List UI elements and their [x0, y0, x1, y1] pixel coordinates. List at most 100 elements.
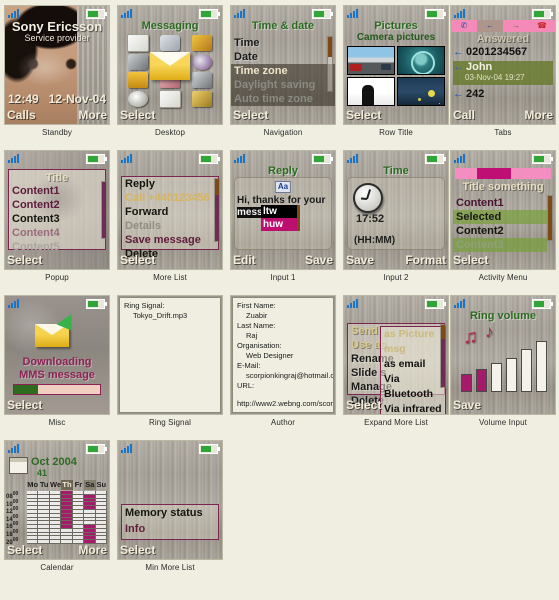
list-item-time[interactable]: Time	[231, 36, 335, 50]
activity-item-4[interactable]: Content3	[453, 238, 547, 252]
call-log-tabs: ✆ ← → ☎	[451, 20, 555, 32]
incoming-call-icon: ←	[453, 88, 464, 100]
popup-dialog: Title Content1 Content2 Content3 Content…	[8, 169, 106, 253]
activity-tab-bar[interactable]	[455, 168, 551, 179]
clock-icon	[353, 183, 383, 213]
left-softkey[interactable]: Select	[453, 254, 488, 267]
list-item-date[interactable]: Date	[231, 50, 335, 64]
desktop-icon-archive[interactable]	[186, 71, 218, 90]
list-item-daylight-saving[interactable]: Daylight saving	[231, 78, 335, 92]
battery-icon	[86, 299, 107, 309]
left-softkey[interactable]: Select	[233, 109, 268, 122]
left-softkey[interactable]: Call	[453, 109, 475, 122]
input-mode-badge[interactable]: Aa	[274, 181, 292, 193]
desktop-icon-calendar[interactable]	[154, 89, 186, 109]
left-softkey[interactable]: Select	[346, 109, 381, 122]
status-bar	[344, 151, 448, 165]
right-softkey[interactable]: Save	[305, 254, 333, 267]
list-item-auto-time-zone[interactable]: Auto time zone	[231, 92, 335, 106]
left-softkey[interactable]: Calls	[7, 109, 36, 122]
menu-item-call[interactable]: Call +440123456	[122, 191, 218, 205]
popup-item-2[interactable]: Content2	[9, 198, 105, 212]
soft-keys: Save	[451, 397, 555, 414]
time-label-14: 1400	[6, 513, 19, 523]
tab-answered-calls[interactable]: ←	[477, 20, 503, 32]
activity-item-2[interactable]: Selected	[453, 210, 547, 224]
soft-keys: Select	[344, 107, 448, 124]
call-log-row-1[interactable]: ← 0201234567	[453, 46, 553, 58]
popup-item-4[interactable]: Content4	[9, 226, 105, 240]
call-log-row-2[interactable]: ← John 03-Nov-04 19:27	[453, 61, 553, 85]
status-bar	[231, 151, 335, 165]
left-softkey[interactable]: Select	[7, 544, 42, 557]
prediction-option-2[interactable]: huw	[261, 218, 297, 231]
tab-all-calls[interactable]: ☎	[529, 20, 555, 32]
activity-item-3[interactable]: Content2	[453, 224, 547, 238]
day-th[interactable]: Th	[61, 480, 73, 490]
cell-row-title: Pictures Camera pictures Select Row Titl…	[343, 5, 449, 137]
scrollbar[interactable]	[440, 324, 446, 388]
phone-screen-pictures: Pictures Camera pictures Select	[343, 5, 449, 125]
popup-item-1[interactable]: Content1	[9, 184, 105, 198]
right-softkey[interactable]: More	[78, 109, 107, 122]
volume-level-bars[interactable]	[461, 340, 547, 392]
left-softkey[interactable]: Select	[120, 109, 155, 122]
menu-item-reply[interactable]: Reply	[122, 177, 218, 191]
scrollbar[interactable]	[101, 181, 107, 239]
left-softkey[interactable]: Select	[7, 399, 42, 412]
soft-keys: Select	[118, 542, 222, 559]
menu-item-memory-status[interactable]: Memory status	[122, 505, 218, 521]
time-value[interactable]: 17:52	[356, 213, 384, 225]
scrollbar[interactable]	[547, 195, 553, 241]
left-softkey[interactable]: Edit	[233, 254, 256, 267]
thumbnail-fireworks[interactable]	[397, 77, 445, 106]
right-softkey[interactable]: More	[78, 544, 107, 557]
right-softkey[interactable]: Format	[405, 254, 446, 267]
signal-bars-icon	[121, 153, 135, 163]
desktop-icon-documents[interactable]	[122, 34, 154, 53]
menu-item-info[interactable]: Info	[122, 521, 218, 537]
status-bar	[5, 6, 109, 20]
submenu-item-as-picture-msg[interactable]: as Picture msg	[381, 327, 445, 357]
left-softkey[interactable]: Select	[7, 254, 42, 267]
left-softkey[interactable]: Select	[120, 254, 155, 267]
desktop-icon-cd[interactable]	[186, 53, 218, 72]
menu-item-forward[interactable]: Forward	[122, 205, 218, 219]
left-softkey[interactable]: Select	[346, 399, 381, 412]
time-label-12: 1200	[6, 506, 19, 516]
envelope-icon[interactable]	[150, 52, 190, 80]
submenu-item-as-email[interactable]: as email	[381, 357, 445, 372]
call-log-row-3[interactable]: ← 242	[453, 88, 553, 100]
popup-item-3[interactable]: Content3	[9, 212, 105, 226]
left-softkey[interactable]: Save	[346, 254, 374, 267]
time-label-16: 1600	[6, 521, 19, 531]
signal-bars-icon	[121, 443, 135, 453]
menu-item-save-message[interactable]: Save message	[122, 233, 218, 247]
activity-tab-active[interactable]	[477, 168, 511, 179]
scrollbar[interactable]	[327, 36, 333, 92]
desktop-icon-music[interactable]	[186, 34, 218, 53]
signal-bars-icon	[234, 8, 248, 18]
more-menu: Reply Call +440123456 Forward Details Sa…	[121, 176, 219, 260]
thumbnail-street[interactable]	[347, 46, 395, 75]
tab-dialled-calls[interactable]: →	[503, 20, 529, 32]
prediction-option-1[interactable]: ltw	[261, 205, 297, 218]
tab-missed-calls[interactable]: ✆	[451, 20, 477, 32]
left-softkey[interactable]: Save	[453, 399, 481, 412]
day-we: We	[50, 480, 62, 489]
predictive-text-dropdown[interactable]: ltw huw	[261, 205, 300, 231]
calendar-month: Oct 2004	[31, 456, 77, 468]
desktop-icon-tools[interactable]	[186, 90, 218, 109]
right-softkey[interactable]: More	[524, 109, 553, 122]
activity-item-1[interactable]: Content1	[453, 196, 547, 210]
calendar-time-grid[interactable]	[27, 491, 107, 544]
list-item-time-zone[interactable]: Time zone	[231, 64, 335, 78]
thumbnail-dome[interactable]	[397, 46, 445, 75]
scrollbar[interactable]	[214, 178, 220, 242]
left-softkey[interactable]: Select	[120, 544, 155, 557]
desktop-icon-disc[interactable]	[122, 90, 154, 109]
url-value[interactable]: http://www2.webng.com/scorpionkin	[237, 399, 333, 409]
desktop-icon-phone[interactable]	[154, 34, 186, 53]
thumbnail-climber[interactable]	[347, 77, 395, 106]
status-bar	[451, 6, 555, 20]
